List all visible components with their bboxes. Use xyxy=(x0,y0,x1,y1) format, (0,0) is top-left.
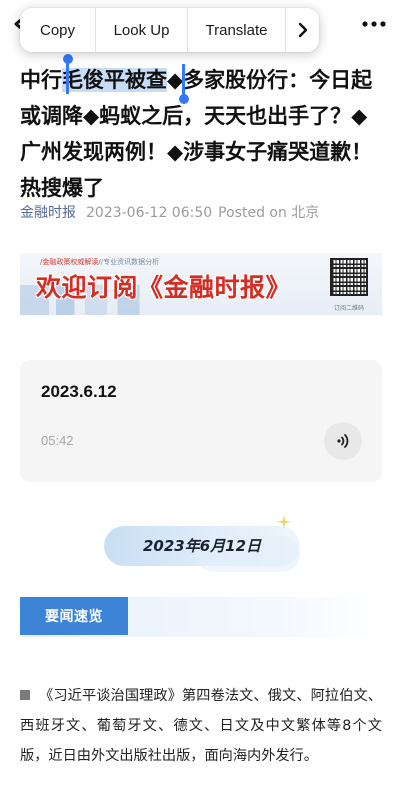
qr-code-icon xyxy=(330,258,368,296)
article-meta: 金融时报 2023-06-12 06:50 Posted on 北京 xyxy=(20,202,319,222)
selection-start-handle[interactable] xyxy=(62,54,73,94)
banner-title: 欢迎订阅《金融时报》 xyxy=(36,273,292,302)
selection-context-menu: Copy Look Up Translate xyxy=(20,8,319,52)
publish-date: 2023-06-12 06:50 xyxy=(86,205,213,221)
account-name-link[interactable]: 金融时报 xyxy=(20,205,76,221)
article-title[interactable]: 中行毛俊平被查◆多家股份行：今日起或调降◆蚂蚁之后，天天也出手了？◆广州发现两例… xyxy=(20,62,386,206)
audio-card[interactable]: 2023.6.12 05:42 xyxy=(20,360,382,482)
translate-menu-item[interactable]: Translate xyxy=(188,8,286,52)
selection-end-handle[interactable] xyxy=(178,64,189,104)
look-up-menu-item[interactable]: Look Up xyxy=(96,8,188,52)
date-pill: 2023年6月12日 xyxy=(104,520,304,572)
paragraph-text: 《习近平谈治国理政》第四卷法文、俄文、阿拉伯文、西班牙文、葡萄牙文、德文、日文及… xyxy=(20,688,382,764)
section-title: 要闻速览 xyxy=(20,597,128,635)
date-pill-text: 2023年6月12日 xyxy=(142,537,262,555)
news-paragraph: 《习近平谈治国理政》第四卷法文、俄文、阿拉伯文、西班牙文、葡萄牙文、德文、日文及… xyxy=(20,681,382,771)
audio-wave-icon[interactable] xyxy=(324,422,362,460)
audio-title: 2023.6.12 xyxy=(41,382,117,401)
subscribe-banner[interactable]: /金融政策权威解读//专业资讯数据分析 欢迎订阅《金融时报》 订阅二维码 xyxy=(20,253,382,315)
title-start: 中行 xyxy=(20,68,62,92)
square-bullet-icon xyxy=(20,690,30,700)
banner-tagline: /金融政策权威解读//专业资讯数据分析 xyxy=(40,258,160,266)
sparkle-icon xyxy=(277,514,291,529)
audio-duration: 05:42 xyxy=(41,433,74,448)
chevron-right-icon[interactable] xyxy=(286,8,319,52)
selected-text[interactable]: 毛俊平被查 xyxy=(62,68,167,92)
more-dots-icon[interactable] xyxy=(362,14,386,34)
copy-menu-item[interactable]: Copy xyxy=(20,8,96,52)
qr-caption: 订阅二维码 xyxy=(333,305,364,312)
post-location: Posted on 北京 xyxy=(218,205,320,221)
